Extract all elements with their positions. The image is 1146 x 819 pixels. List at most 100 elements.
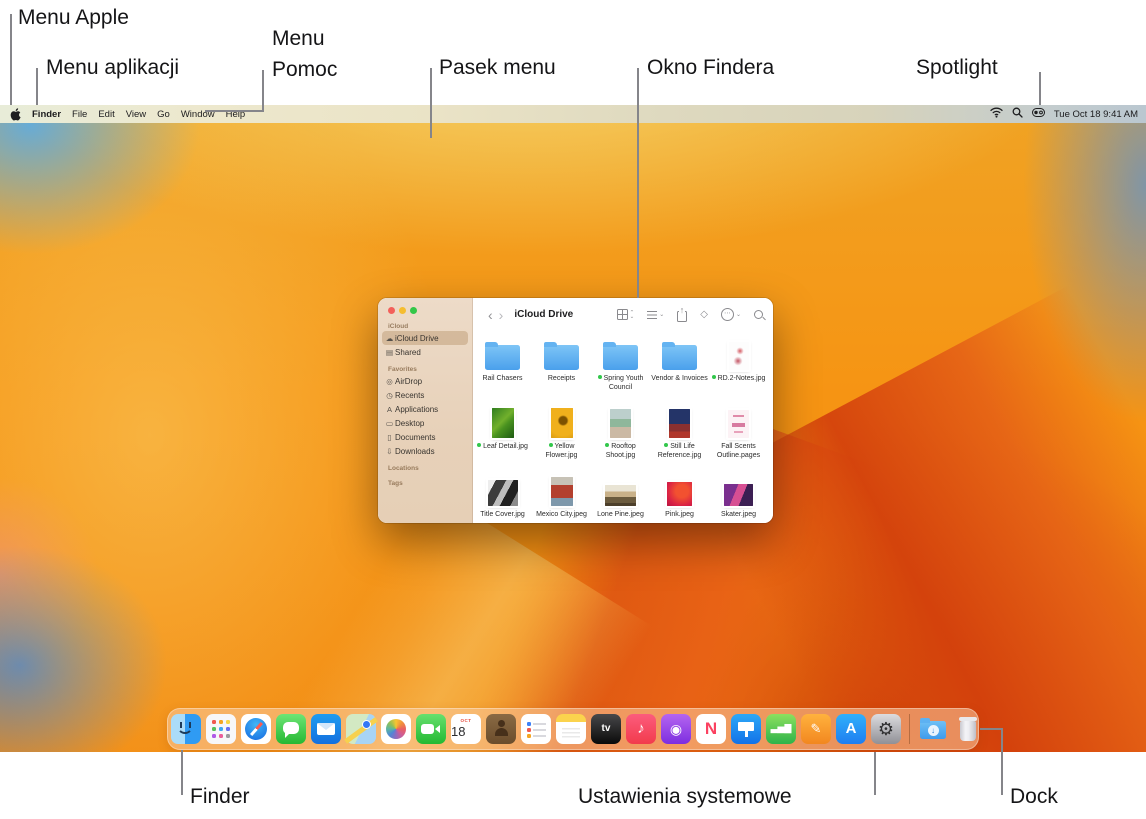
sidebar-item-icloud-drive[interactable]: ☁ iCloud Drive <box>382 331 468 345</box>
dock-item-safari[interactable] <box>241 714 271 744</box>
file-item[interactable]: Vendor & Invoices <box>650 332 709 400</box>
dock-separator <box>909 714 910 744</box>
annotated-screenshot: Menu Apple Menu aplikacji Menu Pomoc Pas… <box>0 0 1146 819</box>
dock-icon-glyph: ◉ <box>669 721 683 737</box>
folder-icon <box>662 332 697 370</box>
file-name: Lone Pine.jpeg <box>597 511 644 518</box>
sidebar-item-shared[interactable]: ▤ Shared <box>382 345 468 359</box>
dock-item-launchpad[interactable] <box>206 714 236 744</box>
dock-item-notes[interactable] <box>556 714 586 744</box>
callout-spotlight: Spotlight <box>916 56 998 79</box>
file-item[interactable]: Rooftop Shoot.jpg <box>591 400 650 468</box>
folder-icon <box>485 332 520 370</box>
icon-view-button[interactable]: ⌃ ⌄ <box>616 309 634 320</box>
icloud-synced-dot <box>664 443 669 447</box>
menu-item-go[interactable]: Go <box>157 109 170 120</box>
icloud-synced-dot <box>711 375 716 379</box>
file-item[interactable]: Mexico City.jpeg <box>532 468 591 523</box>
file-name: Yellow Flower.jpg <box>545 443 578 459</box>
control-center-icon[interactable] <box>1031 108 1045 120</box>
dock-item-settings[interactable]: ⚙ <box>871 714 901 744</box>
file-item[interactable]: Receipts <box>532 332 591 400</box>
dock-item-podcasts[interactable]: ◉ <box>661 714 691 744</box>
file-item[interactable]: Leaf Detail.jpg <box>473 400 532 468</box>
menu-item-edit[interactable]: Edit <box>98 109 114 120</box>
sidebar-item-applications[interactable]: A Applications <box>382 402 468 416</box>
sidebar-section-header-favorites: Favorites <box>388 366 417 373</box>
tags-button[interactable]: ◇ <box>700 309 708 320</box>
callout-line-dock-v <box>1001 728 1003 795</box>
file-item[interactable]: Still Life Reference.jpg <box>650 400 709 468</box>
dock-item-messages[interactable] <box>276 714 306 744</box>
share-button[interactable] <box>677 304 688 322</box>
minimize-button[interactable] <box>399 307 406 314</box>
group-by-button[interactable]: ⌄ <box>647 310 664 319</box>
ellipsis-circle-icon: ⋯ <box>720 308 734 321</box>
dock-item-tv[interactable]: tv <box>591 714 621 744</box>
folder-icon <box>603 332 638 370</box>
dock-item-music[interactable]: ♪ <box>626 714 656 744</box>
spotlight-search-icon[interactable] <box>1012 107 1023 121</box>
airdrop-icon: ◎ <box>386 376 393 386</box>
sidebar-item-downloads[interactable]: ⇩ Downloads <box>382 444 468 458</box>
file-item[interactable]: Pink.jpeg <box>650 468 709 523</box>
callout-line-dock-h <box>980 728 1003 730</box>
file-item[interactable]: Title Cover.jpg <box>473 468 532 523</box>
menu-item-view[interactable]: View <box>126 109 146 120</box>
menu-item-finder[interactable]: Finder <box>32 109 61 120</box>
search-button[interactable] <box>754 310 763 319</box>
callout-line-spotlight <box>1039 72 1041 105</box>
dock-item-maps[interactable] <box>346 714 376 744</box>
zoom-button[interactable] <box>410 307 417 314</box>
sidebar-section-header-tags: Tags <box>388 480 403 487</box>
more-actions-button[interactable]: ⋯ ⌄ <box>720 308 741 321</box>
sidebar-item-airdrop[interactable]: ◎ AirDrop <box>382 374 468 388</box>
group-by-icon <box>647 310 658 319</box>
sidebar-item-desktop[interactable]: ▭ Desktop <box>382 416 468 430</box>
dock-icon-glyph: ↓ <box>927 725 939 736</box>
dock-item-numbers[interactable]: ▃▅▇ <box>766 714 796 744</box>
dock-item-contacts[interactable] <box>486 714 516 744</box>
sidebar-item-label: Shared <box>395 347 421 357</box>
dock[interactable]: OCT 18 tv ♪ ◉ N ▃▅▇ ✎ A ⚙ ↓ <box>167 708 979 750</box>
dock-item-finder[interactable] <box>171 714 201 744</box>
wifi-icon[interactable] <box>990 107 1003 121</box>
dock-item-facetime[interactable] <box>416 714 446 744</box>
back-button[interactable]: ‹ <box>485 308 496 322</box>
dock-item-calendar[interactable]: OCT 18 <box>451 714 481 744</box>
dock-item-trash[interactable] <box>953 714 983 744</box>
file-item[interactable]: Yellow Flower.jpg <box>532 400 591 468</box>
file-item[interactable]: Fall Scents Outline.pages <box>709 400 768 468</box>
callout-line-menu-pomoc-v <box>262 70 264 112</box>
sidebar-item-documents[interactable]: ▯ Documents <box>382 430 468 444</box>
apple-menu[interactable] <box>10 107 21 121</box>
dock-item-appstore[interactable]: A <box>836 714 866 744</box>
file-item[interactable]: Skater.jpeg <box>709 468 768 523</box>
close-button[interactable] <box>388 307 395 314</box>
dock-icon-glyph: N <box>704 719 718 738</box>
file-item[interactable]: Lone Pine.jpeg <box>591 468 650 523</box>
dock-item-keynote[interactable] <box>731 714 761 744</box>
callout-line-menu-apple <box>10 14 12 105</box>
dock-item-reminders[interactable] <box>521 714 551 744</box>
forward-button[interactable]: › <box>496 308 507 322</box>
callout-finder: Finder <box>190 785 250 808</box>
finder-window[interactable]: iCloud ☁ iCloud Drive ▤ Shared Favorites ◎ AirD… <box>378 298 773 523</box>
dock-item-pages[interactable]: ✎ <box>801 714 831 744</box>
menu-item-file[interactable]: File <box>72 109 87 120</box>
menu-bar-clock[interactable]: Tue Oct 18 9:41 AM <box>1054 109 1138 120</box>
dock-item-mail[interactable] <box>311 714 341 744</box>
dock-item-news[interactable]: N <box>696 714 726 744</box>
file-name: Vendor & Invoices <box>651 375 708 382</box>
file-item[interactable]: Rail Chasers <box>473 332 532 400</box>
callout-ustawienia: Ustawienia systemowe <box>578 785 792 808</box>
sidebar-item-label: AirDrop <box>395 376 423 386</box>
file-item[interactable]: RD.2-Notes.jpg <box>709 332 768 400</box>
dock-item-downloads[interactable]: ↓ <box>918 714 948 744</box>
desktop[interactable]: Finder File Edit View Go Window Help Tue Oct 1… <box>0 105 1146 752</box>
dock-item-photos[interactable] <box>381 714 411 744</box>
file-item[interactable]: Spring Youth Council <box>591 332 650 400</box>
file-name: Receipts <box>547 375 576 382</box>
sidebar-item-recents[interactable]: ◷ Recents <box>382 388 468 402</box>
file-thumbnail <box>728 400 749 438</box>
